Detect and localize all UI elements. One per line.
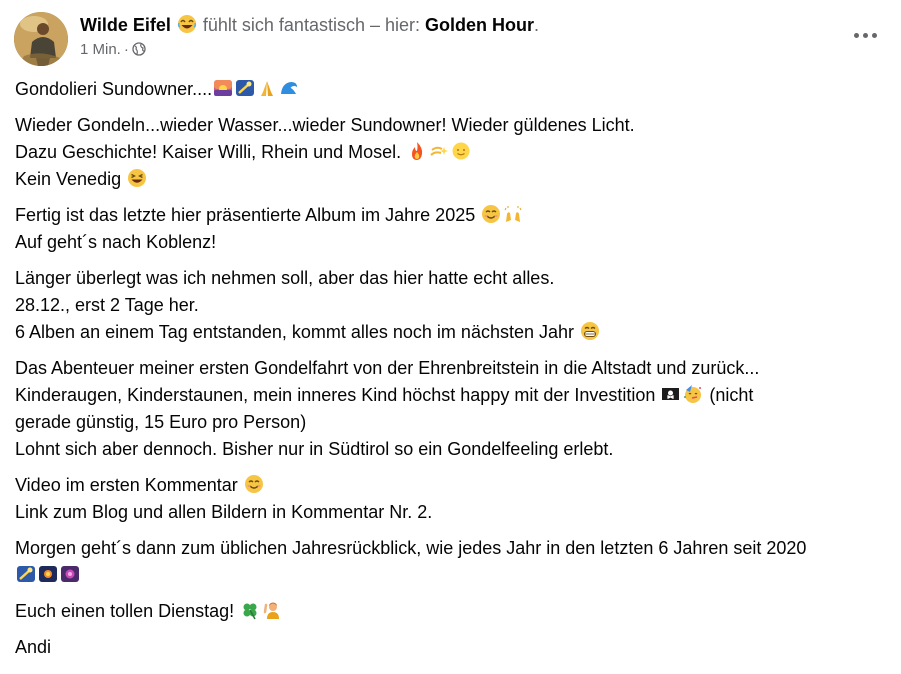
post-line: Das Abenteuer meiner ersten Gondelfahrt … xyxy=(15,358,760,378)
post-text: Euch einen tollen Dienstag! xyxy=(15,601,235,621)
post-text: Kein Venedig xyxy=(15,169,122,189)
raising-hands-icon xyxy=(503,204,523,224)
post-meta: 1 Min. · xyxy=(80,40,146,60)
post-paragraph: Länger überlegt was ich nehmen soll, abe… xyxy=(15,265,893,346)
post-text: Video im ersten Kommentar xyxy=(15,475,238,495)
post-paragraph: Das Abenteuer meiner ersten Gondelfahrt … xyxy=(15,355,893,463)
water-wave-icon xyxy=(279,78,299,98)
globe-icon[interactable] xyxy=(132,42,146,56)
post-text: 6 Alben an einem Tag entstanden, kommt a… xyxy=(15,322,575,342)
post-text: (nicht xyxy=(709,385,754,405)
grinning-teeth-face-icon xyxy=(580,321,600,341)
signature: Andi xyxy=(15,637,52,657)
feeling-text: fühlt sich fantastisch – hier: xyxy=(202,15,420,35)
post-line: Link zum Blog und allen Bildern in Komme… xyxy=(15,502,433,522)
post-line: Wieder Gondeln...wieder Wasser...wieder … xyxy=(15,115,635,135)
post-line: Gondolieri Sundowner.... xyxy=(15,76,893,103)
post-paragraph: Morgen geht´s dann zum üblichen Jahresrü… xyxy=(15,535,893,589)
fireworks-icon xyxy=(38,564,58,584)
post-line: Video im ersten Kommentar xyxy=(15,472,893,499)
facebook-post: Wilde Eifel fühlt sich fantastisch – hie… xyxy=(0,0,901,674)
post-paragraph: Gondolieri Sundowner.... xyxy=(15,76,893,103)
more-options-button[interactable] xyxy=(853,22,879,48)
post-text: Kinderaugen, Kinderstaunen, mein inneres… xyxy=(15,385,656,405)
three-dots-icon-dot xyxy=(872,33,877,38)
place-suffix: . xyxy=(534,15,540,35)
post-paragraph: Fertig ist das letzte hier präsentierte … xyxy=(15,202,893,256)
post-paragraph: Video im ersten Kommentar Link zum Blog … xyxy=(15,472,893,526)
dizzy-icon xyxy=(429,141,449,161)
post-paragraph: Wieder Gondeln...wieder Wasser...wieder … xyxy=(15,112,893,193)
folded-hands-icon xyxy=(257,78,277,98)
smiling-face-icon xyxy=(244,474,264,494)
post-line: Dazu Geschichte! Kaiser Willi, Rhein und… xyxy=(15,139,893,166)
post-line: Fertig ist das letzte hier präsentierte … xyxy=(15,202,893,229)
sun-face-icon xyxy=(451,141,471,161)
post-title: Gondolieri Sundowner.... xyxy=(15,79,213,99)
post-paragraph: Euch einen tollen Dienstag! xyxy=(15,598,893,625)
post-line: Morgen geht´s dann zum üblichen Jahresrü… xyxy=(15,538,807,558)
post-line: Lohnt sich aber dennoch. Bisher nur in S… xyxy=(15,439,614,459)
post-body: Gondolieri Sundowner.... Wieder Gondeln.… xyxy=(15,76,893,670)
post-line xyxy=(15,562,893,589)
four-leaf-clover-icon xyxy=(240,600,260,620)
three-dots-icon-dot xyxy=(863,33,868,38)
grinning-squinting-face-icon xyxy=(127,168,147,188)
post-line: gerade günstig, 15 Euro pro Person) xyxy=(15,412,307,432)
laughing-face-icon xyxy=(177,14,197,34)
post-line: Kinderaugen, Kinderstaunen, mein inneres… xyxy=(15,382,893,409)
author-name[interactable]: Wilde Eifel xyxy=(80,15,171,35)
timestamp[interactable]: 1 Min. xyxy=(80,41,121,58)
post-line: 6 Alben an einem Tag entstanden, kommt a… xyxy=(15,319,893,346)
night-shooting-star-icon xyxy=(235,78,255,98)
three-dots-icon xyxy=(854,33,859,38)
night-shooting-star-icon xyxy=(16,564,36,584)
sunset-icon xyxy=(213,78,233,98)
partying-face-icon xyxy=(683,384,703,404)
fire-icon xyxy=(407,141,427,161)
sparkler-icon xyxy=(60,564,80,584)
post-text: Fertig ist das letzte hier präsentierte … xyxy=(15,205,476,225)
post-line: Auf geht´s nach Koblenz! xyxy=(15,232,217,252)
post-paragraph: Andi xyxy=(15,634,893,661)
meta-separator: · xyxy=(123,41,129,58)
post-header: Wilde Eifel fühlt sich fantastisch – hie… xyxy=(80,13,539,37)
place-name[interactable]: Golden Hour xyxy=(425,15,534,35)
post-line: Euch einen tollen Dienstag! xyxy=(15,598,893,625)
person-raising-hand-icon xyxy=(262,600,282,620)
post-line: Kein Venedig xyxy=(15,166,893,193)
smiling-face-icon xyxy=(481,204,501,224)
post-line: 28.12., erst 2 Tage her. xyxy=(15,295,199,315)
avatar[interactable] xyxy=(14,12,68,66)
pirate-flag-icon xyxy=(661,384,681,404)
post-text: Dazu Geschichte! Kaiser Willi, Rhein und… xyxy=(15,142,402,162)
post-line: Länger überlegt was ich nehmen soll, abe… xyxy=(15,268,555,288)
